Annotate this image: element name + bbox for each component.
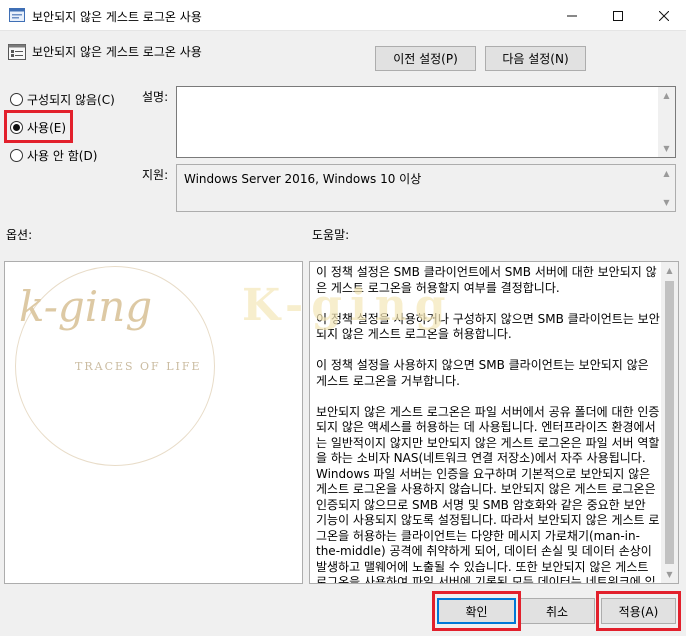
comment-textarea[interactable]: ▲ ▼: [176, 86, 676, 158]
scroll-up-arrow-icon[interactable]: ▲: [661, 262, 678, 279]
maximize-icon: [613, 10, 623, 21]
help-paragraph: 보안되지 않은 게스트 로그온은 파일 서버에서 공유 폴더에 대한 인증되지 …: [316, 404, 660, 584]
enabled-highlight-box: [4, 110, 73, 143]
scroll-down-arrow-icon[interactable]: ▼: [658, 140, 675, 157]
radio-label: 구성되지 않음(C): [27, 93, 115, 107]
comment-scrollbar[interactable]: ▲ ▼: [658, 87, 675, 157]
policy-title: 보안되지 않은 게스트 로그온 사용: [32, 45, 202, 59]
supported-on-label: 지원:: [142, 168, 169, 182]
supported-on-field: Windows Server 2016, Windows 10 이상 ▲ ▼: [176, 164, 676, 212]
policy-setting-icon: [8, 44, 26, 60]
radio-not-configured[interactable]: 구성되지 않음(C): [10, 91, 115, 108]
radio-indicator: [10, 149, 23, 162]
close-icon: [659, 10, 669, 21]
cancel-button[interactable]: 취소: [519, 598, 595, 624]
supported-on-value: Windows Server 2016, Windows 10 이상: [184, 172, 422, 186]
apply-highlight-box: [596, 591, 681, 631]
options-label: 옵션:: [6, 228, 33, 242]
minimize-icon: [567, 15, 577, 16]
scroll-up-arrow-icon[interactable]: ▲: [658, 87, 675, 104]
maximize-button[interactable]: [595, 0, 641, 31]
close-button[interactable]: [641, 0, 686, 31]
ok-highlight-box: [432, 591, 521, 631]
scroll-up-arrow-icon[interactable]: ▲: [658, 165, 675, 182]
minimize-button[interactable]: [549, 0, 595, 31]
scroll-down-arrow-icon[interactable]: ▼: [661, 566, 678, 583]
radio-label: 사용 안 함(D): [27, 149, 98, 163]
supported-on-scrollbar[interactable]: ▲ ▼: [658, 165, 675, 211]
help-paragraph: 이 정책 설정을 사용하지 않으면 SMB 클라이언트는 보안되지 않은 게스트…: [316, 358, 649, 388]
help-scrollbar[interactable]: ▲ ▼: [661, 262, 678, 583]
watermark-logo: k-ging: [19, 282, 153, 331]
radio-disabled[interactable]: 사용 안 함(D): [10, 147, 97, 164]
previous-setting-button[interactable]: 이전 설정(P): [375, 46, 476, 71]
title-bar: 보안되지 않은 게스트 로그온 사용: [0, 0, 686, 31]
scroll-down-arrow-icon[interactable]: ▼: [658, 194, 675, 211]
watermark-text: K-ging: [242, 280, 454, 331]
window-title: 보안되지 않은 게스트 로그온 사용: [32, 10, 202, 24]
comment-label: 설명:: [142, 90, 169, 104]
radio-indicator: [10, 93, 23, 106]
next-setting-button[interactable]: 다음 설정(N): [485, 46, 586, 71]
policy-app-icon: [9, 8, 25, 22]
watermark-tagline: TRACES OF LIFE: [75, 360, 202, 373]
help-label: 도움말:: [312, 228, 350, 242]
scroll-thumb[interactable]: [665, 281, 674, 564]
